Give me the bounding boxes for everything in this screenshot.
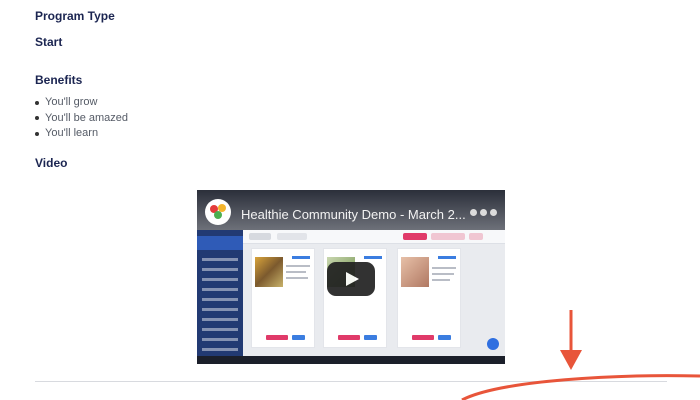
red-circle-annotation — [461, 374, 700, 400]
red-arrow-icon — [560, 310, 582, 370]
annotation-overlay — [461, 310, 700, 400]
